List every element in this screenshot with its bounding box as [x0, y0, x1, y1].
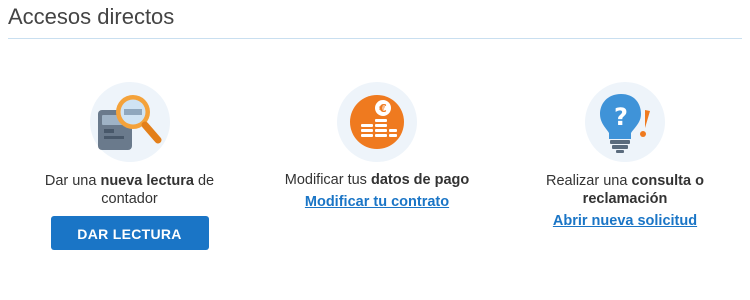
shortcut-consulta-reclamacion: ? Realizar una consulta o reclamación Ab… [525, 82, 725, 230]
abrir-solicitud-link[interactable]: Abrir nueva solicitud [553, 213, 697, 229]
coins-euro-icon: € [337, 82, 417, 162]
shortcut-datos-pago: € Modificar tus datos de pago Modificar … [272, 82, 482, 211]
meter-magnifier-icon [89, 82, 170, 162]
shortcut-nueva-lectura: Dar una nueva lectura de contador DAR LE… [27, 82, 232, 250]
dar-lectura-button[interactable]: DAR LECTURA [50, 216, 209, 250]
desc-text: Modificar tus [284, 172, 371, 188]
page-title: Accesos directos [8, 4, 175, 29]
modificar-contrato-link[interactable]: Modificar tu contrato [305, 194, 449, 210]
desc-bold-text: nueva lectura [100, 173, 194, 189]
shortcut-description: Realizar una consulta o reclamación [525, 172, 725, 208]
shortcut-description: Modificar tus datos de pago [272, 171, 482, 189]
lightbulb-question-icon: ? [585, 82, 665, 162]
desc-text: Dar una [44, 173, 101, 189]
desc-text: Realizar una [546, 173, 632, 189]
desc-bold-text: datos de pago [370, 172, 470, 188]
header-divider [8, 38, 742, 39]
shortcut-description: Dar una nueva lectura de contador [27, 172, 232, 208]
svg-text:?: ? [614, 103, 628, 131]
svg-text:€: € [378, 102, 387, 115]
